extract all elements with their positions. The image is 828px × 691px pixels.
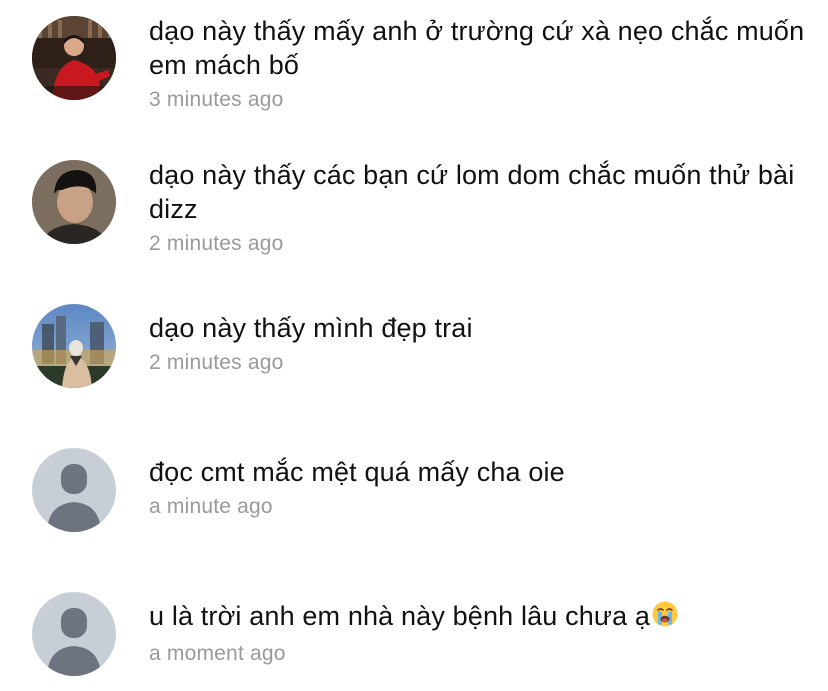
comment-timestamp: a moment ago bbox=[149, 642, 286, 665]
default-avatar-icon bbox=[32, 448, 116, 532]
user-photo-icon bbox=[32, 16, 116, 100]
comment-text: dạo này thấy mình đẹp trai bbox=[149, 313, 473, 343]
avatar[interactable] bbox=[32, 592, 116, 676]
default-avatar-icon bbox=[32, 592, 116, 676]
avatar[interactable] bbox=[32, 304, 116, 388]
avatar[interactable] bbox=[32, 448, 116, 532]
comment-timestamp: a minute ago bbox=[149, 495, 273, 518]
comment-timestamp: 2 minutes ago bbox=[149, 232, 284, 255]
comment-timestamp: 2 minutes ago bbox=[149, 351, 284, 374]
comment-text-row: u là trời anh em nhà này bệnh lâu chưa ạ bbox=[149, 599, 809, 636]
comment-text: đọc cmt mắc mệt quá mấy cha oie bbox=[149, 457, 565, 487]
crying-face-emoji bbox=[651, 600, 679, 636]
comment-text: u là trời anh em nhà này bệnh lâu chưa ạ bbox=[149, 601, 651, 631]
comment-text: dạo này thấy các bạn cứ lom dom chắc muố… bbox=[149, 160, 795, 224]
comment-timestamp: 3 minutes ago bbox=[149, 88, 284, 111]
avatar[interactable] bbox=[32, 160, 116, 244]
comment-text: dạo này thấy mấy anh ở trường cứ xà nẹo … bbox=[149, 16, 805, 80]
user-photo-icon bbox=[32, 304, 116, 388]
avatar[interactable] bbox=[32, 16, 116, 100]
user-photo-icon bbox=[32, 160, 116, 244]
